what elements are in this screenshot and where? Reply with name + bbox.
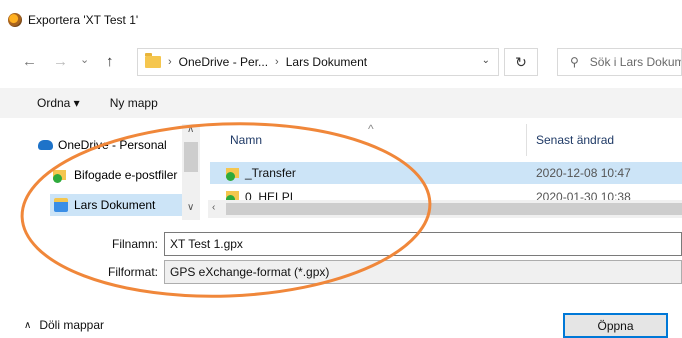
synced-folder-icon [53,169,66,183]
column-divider[interactable] [526,124,527,156]
nav-item-label: Lars Dokument [74,198,156,212]
documents-icon [54,198,68,212]
nav-item-lars-dokument[interactable]: Lars Dokument [50,194,182,216]
breadcrumb-onedrive[interactable]: OneDrive - Per... [179,55,268,69]
file-format-select[interactable]: GPS eXchange-format (*.gpx) [164,260,682,284]
filename-label: Filnamn: [111,237,158,251]
address-dropdown-icon[interactable]: ⌄ [482,55,490,66]
column-header-name[interactable]: Namn [230,124,262,156]
format-label: Filformat: [107,265,158,279]
scroll-left-icon[interactable]: ‹ [212,202,215,213]
nav-item-label: Bifogade e-postfiler [74,168,178,182]
folder-icon [145,53,161,68]
file-name: _Transfer [245,166,296,180]
scrollbar-thumb[interactable] [184,142,198,172]
scroll-up-icon[interactable]: ∧ [187,124,194,135]
nav-pane-scrollbar[interactable]: ∧ ∨ [182,124,200,220]
organize-button[interactable]: Ordna ▾ [37,96,80,110]
window-title: Exportera 'XT Test 1' [28,13,139,27]
format-row: Filformat: GPS eXchange-format (*.gpx) [0,260,682,284]
filename-row: Filnamn: XT Test 1.gpx [0,232,682,256]
file-row[interactable]: 0_HELPI 2020-01-30 10:38 [210,186,682,200]
search-placeholder: Sök i Lars Dokument [589,55,681,69]
synced-folder-icon [226,167,239,181]
column-header-date[interactable]: Senast ändrad [536,124,614,156]
up-arrow-icon[interactable]: ↑ [106,52,114,72]
hide-folders-label: Döli mappar [39,318,105,332]
chevron-right-icon: › [168,56,172,68]
hide-folders-toggle[interactable]: ∧ Döli mappar [24,318,104,332]
open-button[interactable]: Öppna [563,313,668,338]
nav-item-label: OneDrive - Personal [58,138,167,152]
sort-ascending-icon: ^ [368,122,374,136]
recent-locations-chevron-icon[interactable]: ⌄ [80,50,89,70]
back-arrow-icon[interactable]: ← [22,52,37,72]
address-bar[interactable]: › OneDrive - Per... › Lars Dokument ⌄ [137,48,499,76]
file-date: 2020-12-08 10:47 [536,166,631,180]
file-list-horizontal-scrollbar[interactable]: ‹ [208,200,682,218]
app-globe-icon [8,13,22,27]
scrollbar-thumb[interactable] [226,203,682,215]
file-row[interactable]: _Transfer 2020-12-08 10:47 [210,162,682,184]
refresh-icon: ↻ [515,53,527,70]
address-row: ← → ⌄ ↑ › OneDrive - Per... › Lars Dokum… [0,46,682,78]
chevron-right-icon: › [275,56,279,68]
command-toolbar: Ordna ▾ Ny mapp [0,88,682,118]
synced-folder-icon [226,190,239,200]
file-date: 2020-01-30 10:38 [536,190,631,200]
new-folder-button[interactable]: Ny mapp [110,96,158,110]
file-name: 0_HELPI [245,190,294,200]
scroll-down-icon[interactable]: ∨ [187,202,194,213]
refresh-button[interactable]: ↻ [504,48,538,76]
filename-input[interactable]: XT Test 1.gpx [164,232,682,256]
chevron-up-icon: ∧ [24,319,32,331]
forward-arrow-icon[interactable]: → [53,52,68,72]
nav-item-onedrive[interactable]: OneDrive - Personal [38,134,196,156]
nav-item-bifogade[interactable]: Bifogade e-postfiler [53,164,183,186]
onedrive-cloud-icon [38,140,53,150]
breadcrumb-lars-dokument[interactable]: Lars Dokument [286,55,367,69]
search-input[interactable]: ⚲ Sök i Lars Dokument [557,48,682,76]
file-list: ^ Namn Senast ändrad _Transfer 2020-12-0… [208,122,682,220]
search-icon: ⚲ [570,55,579,69]
title-bar: Exportera 'XT Test 1' [0,0,682,40]
navigation-pane: OneDrive - Personal Bifogade e-postfiler… [0,124,202,220]
